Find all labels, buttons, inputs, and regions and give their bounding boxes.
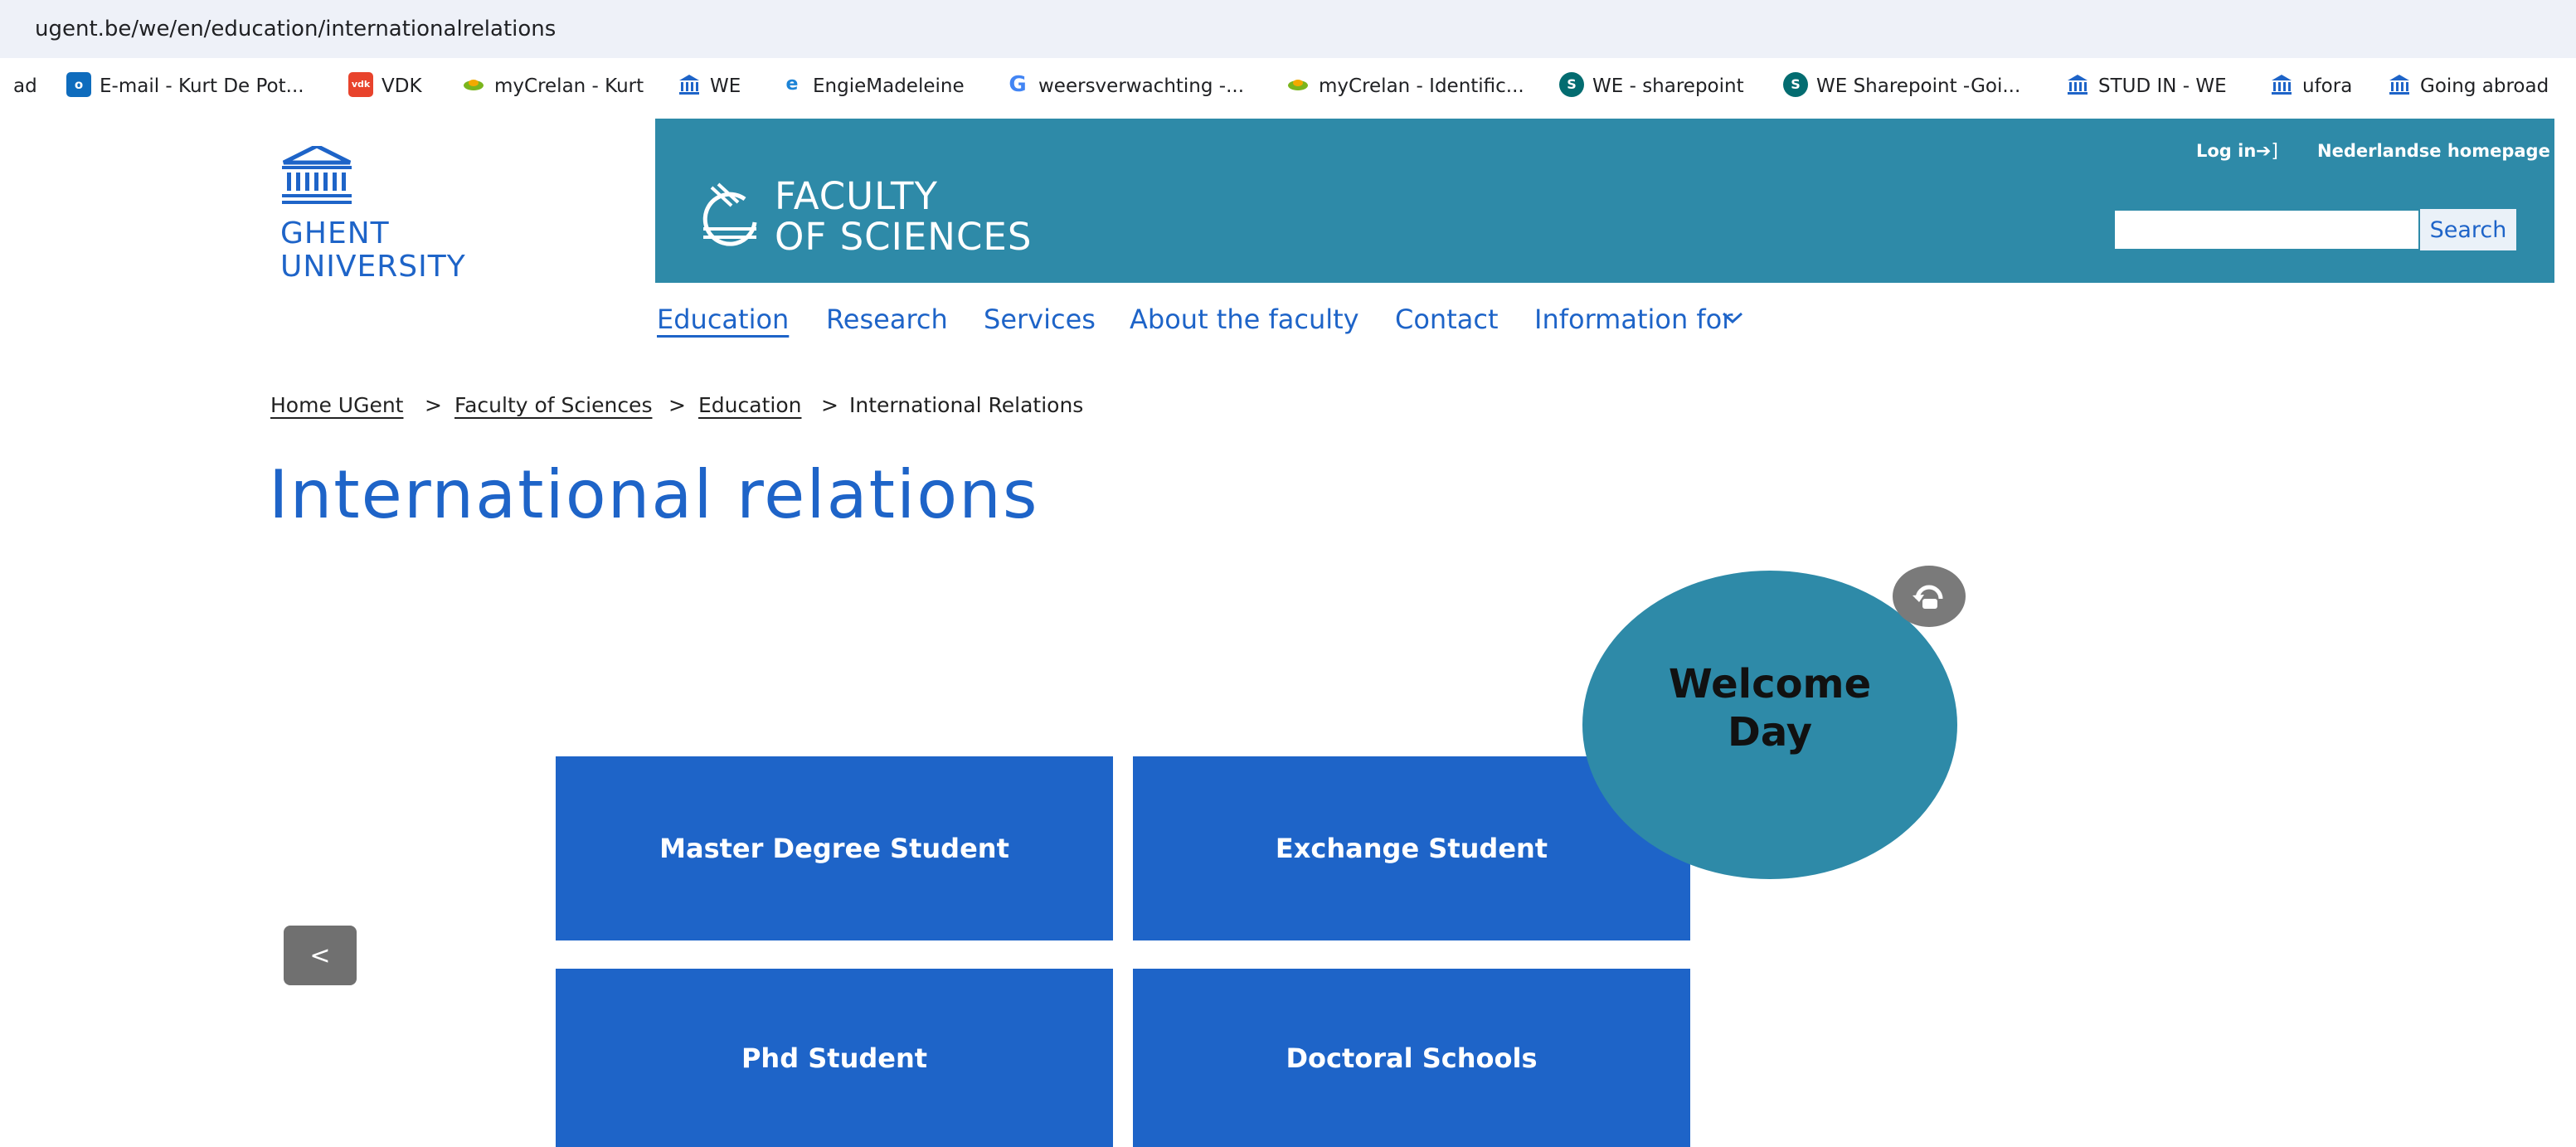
bookmark-label: VDK — [382, 75, 422, 97]
dutch-homepage-link[interactable]: Nederlandse homepage — [2317, 141, 2550, 161]
bookmark-label: Going abroad — [2420, 75, 2549, 97]
breadcrumb-faculty[interactable]: Faculty of Sciences — [454, 393, 652, 417]
address-bar[interactable]: ugent.be/we/en/education/internationalre… — [0, 0, 2576, 58]
sharepoint-icon: S — [1559, 71, 1584, 97]
bookmark-item[interactable]: Going abroad — [2387, 68, 2549, 104]
breadcrumb-home[interactable]: Home UGent — [270, 393, 403, 417]
tile-label: Exchange Student — [1275, 833, 1548, 864]
bookmark-label: weersverwachting -... — [1038, 75, 1245, 97]
chevron-left-icon: < — [309, 940, 331, 970]
chevron-down-icon[interactable] — [1718, 304, 1747, 332]
bookmark-item[interactable]: e EngieMadeleine — [780, 68, 965, 104]
university-name[interactable]: GHENT UNIVERSITY — [280, 217, 466, 284]
bookmark-label: E-mail - Kurt De Pot... — [100, 75, 304, 97]
ugent-building-icon — [2065, 72, 2090, 97]
bookmark-label: WE — [710, 75, 741, 97]
bookmark-label: STUD IN - WE — [2098, 75, 2227, 97]
bookmark-item[interactable]: o E-mail - Kurt De Pot... — [66, 68, 304, 104]
faculty-logo-icon[interactable] — [695, 181, 763, 249]
bookmark-label: myCrelan - Identific... — [1319, 75, 1524, 97]
url-text[interactable]: ugent.be/we/en/education/internationalre… — [35, 10, 556, 48]
tile-label: Phd Student — [741, 1042, 928, 1074]
outlook-icon: o — [66, 71, 91, 97]
login-link[interactable]: Log in — [2196, 141, 2256, 161]
bookmark-label: ufora — [2302, 75, 2353, 97]
bookmarks-bar: ad o E-mail - Kurt De Pot... vdk VDK myCre… — [0, 65, 2576, 108]
breadcrumb-education[interactable]: Education — [698, 393, 801, 417]
welcome-day-label: Welcome Day — [1668, 661, 1872, 756]
bookmark-item[interactable]: WE — [677, 68, 741, 104]
nav-services[interactable]: Services — [984, 304, 1096, 335]
ugent-building-icon — [677, 72, 702, 97]
bookmark-item[interactable]: myCrelan - Kurt — [461, 68, 644, 104]
google-icon: G — [1009, 71, 1027, 97]
bookmark-item[interactable]: vdk VDK — [348, 68, 422, 104]
tile-label: Doctoral Schools — [1286, 1042, 1538, 1074]
bookmark-label: WE - sharepoint — [1592, 75, 1744, 97]
vdk-icon: vdk — [348, 71, 373, 97]
rotate-icon — [1913, 585, 1943, 609]
bookmark-label: WE Sharepoint -Goi... — [1816, 75, 2021, 97]
nav-research[interactable]: Research — [826, 304, 948, 335]
search-input[interactable] — [2115, 211, 2418, 249]
bookmark-item[interactable]: ufora — [2269, 68, 2352, 104]
nav-information-for[interactable]: Information for — [1534, 304, 1733, 335]
page-title: International relations — [269, 456, 1039, 533]
bookmark-item[interactable]: STUD IN - WE — [2065, 68, 2227, 104]
search-button[interactable]: Search — [2420, 209, 2516, 250]
master-degree-student-tile[interactable]: Master Degree Student — [556, 756, 1113, 940]
crelan-leaf-icon — [1286, 72, 1310, 97]
breadcrumb-separator: > — [425, 393, 442, 417]
crelan-leaf-icon — [461, 72, 486, 97]
doctoral-schools-tile[interactable]: Doctoral Schools — [1133, 969, 1690, 1147]
bookmark-item[interactable]: S WE - sharepoint — [1559, 68, 1744, 104]
ugent-building-icon — [2387, 72, 2412, 97]
bookmark-item[interactable]: S WE Sharepoint -Goi... — [1783, 68, 2020, 104]
breadcrumb-separator: > — [668, 393, 686, 417]
ugent-building-icon — [2269, 72, 2294, 97]
faculty-name[interactable]: FACULTY OF SCIENCES — [775, 176, 1032, 257]
login-arrow-icon[interactable]: ➔] — [2256, 141, 2278, 162]
rotate-button[interactable] — [1893, 566, 1966, 627]
edge-icon: e — [785, 73, 799, 95]
phd-student-tile[interactable]: Phd Student — [556, 969, 1113, 1147]
tile-label: Master Degree Student — [659, 833, 1009, 864]
carousel-prev-button[interactable]: < — [284, 926, 357, 985]
breadcrumb-current: International Relations — [849, 393, 1084, 417]
bookmark-item[interactable]: Gweersverwachting -... — [1005, 68, 1244, 104]
nav-contact[interactable]: Contact — [1395, 304, 1499, 335]
breadcrumb-separator: > — [821, 393, 838, 417]
bookmark-label: ad — [13, 75, 37, 97]
nav-education[interactable]: Education — [657, 304, 789, 335]
bookmark-label: EngieMadeleine — [813, 75, 965, 97]
bookmark-item[interactable]: myCrelan - Identific... — [1286, 68, 1524, 104]
sharepoint-icon: S — [1783, 71, 1808, 97]
nav-about-the-faculty[interactable]: About the faculty — [1130, 304, 1359, 335]
bookmark-label: myCrelan - Kurt — [494, 75, 644, 97]
bookmark-item[interactable]: ad — [13, 68, 37, 104]
